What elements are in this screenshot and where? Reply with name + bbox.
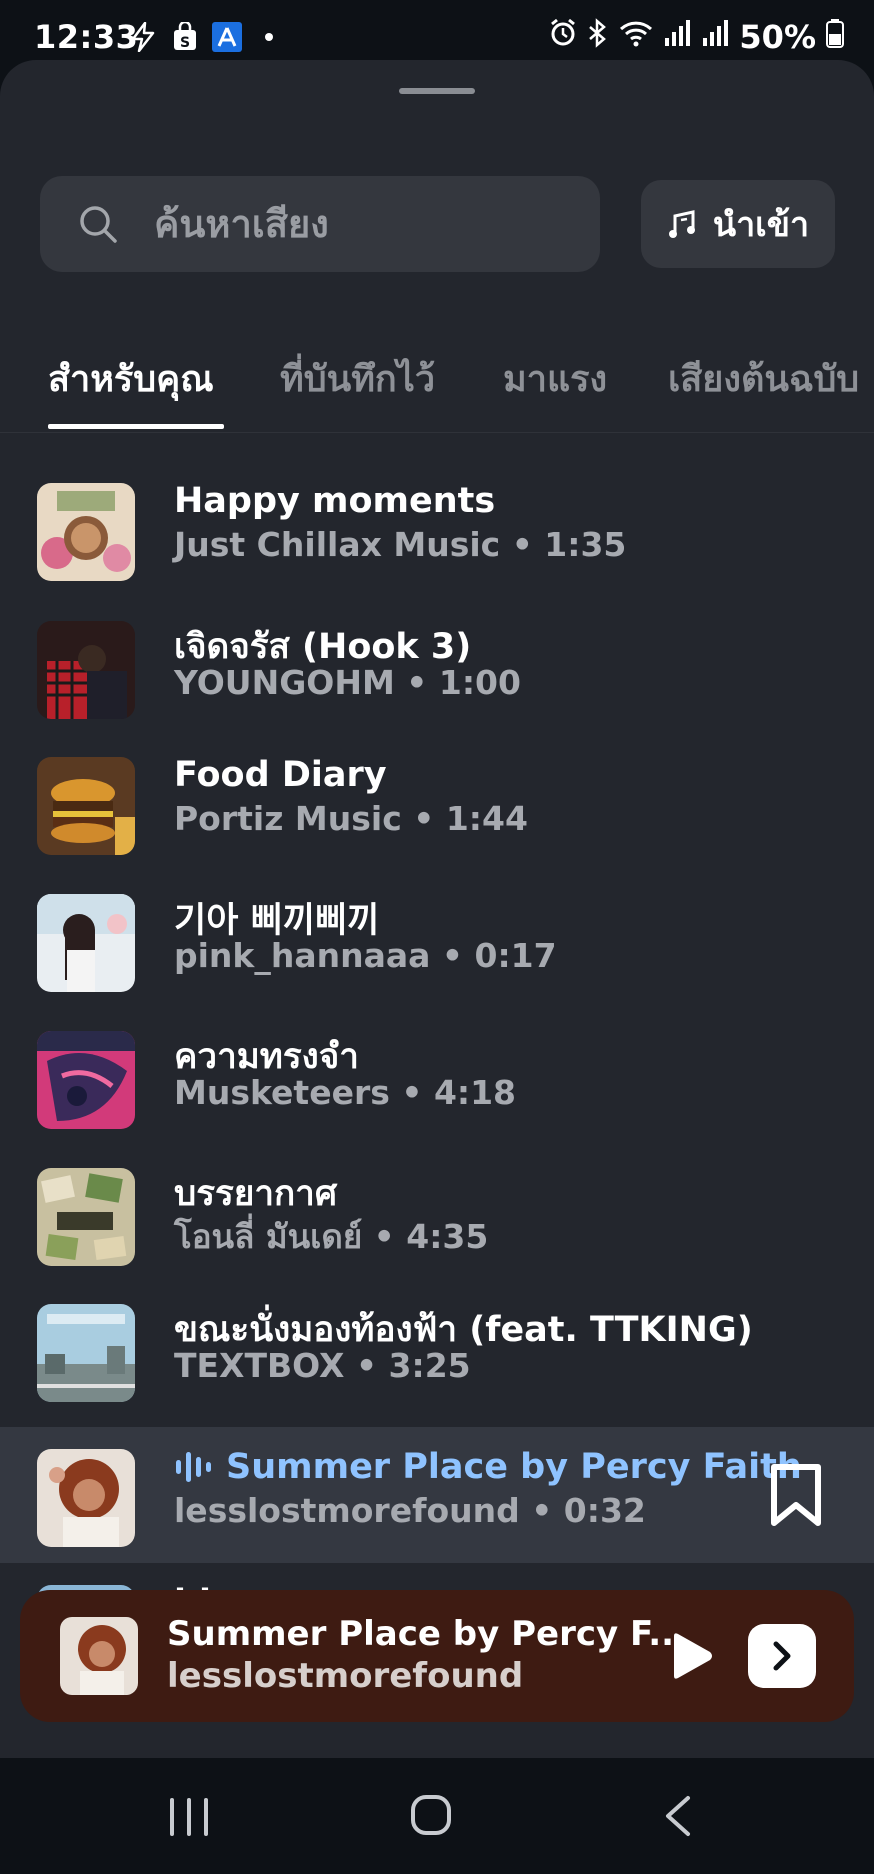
album-art — [37, 483, 135, 581]
wifi-icon — [619, 18, 653, 56]
track-row[interactable]: บรรยากาศ โอนลี่ มันเดย์ • 4:35 — [0, 1146, 874, 1282]
sheet-drag-handle[interactable] — [399, 88, 475, 94]
track-title-text: Summer Place by Percy Faith — [226, 1447, 802, 1487]
next-button[interactable] — [748, 1624, 816, 1688]
system-navigation-bar — [0, 1758, 874, 1874]
track-subtitle: Portiz Music • 1:44 — [174, 799, 528, 838]
album-art — [37, 894, 135, 992]
track-subtitle: TEXTBOX • 3:25 — [174, 1346, 471, 1385]
recents-icon[interactable] — [168, 1798, 210, 1836]
search-input[interactable] — [154, 196, 574, 252]
album-art — [37, 1031, 135, 1129]
play-icon[interactable] — [664, 1630, 716, 1682]
track-subtitle: Just Chillax Music • 1:35 — [174, 525, 627, 564]
bookmark-icon[interactable] — [768, 1463, 824, 1527]
back-icon[interactable] — [660, 1794, 696, 1838]
tab-for-you[interactable]: สำหรับคุณ — [48, 350, 214, 407]
active-tab-indicator — [48, 424, 224, 429]
album-art — [37, 1304, 135, 1402]
track-row[interactable]: ความทรงจำ Musketeers • 4:18 — [0, 1009, 874, 1145]
import-button-label: นำเข้า — [712, 205, 810, 245]
import-button[interactable]: นำเข้า — [641, 180, 835, 268]
audio-wave-icon — [176, 1452, 211, 1482]
tab-original-audio[interactable]: เสียงต้นฉบับ — [668, 350, 859, 407]
track-subtitle: YOUNGOHM • 1:00 — [174, 663, 521, 702]
track-row[interactable]: ขณะนั่งมองท้องฟ้า (feat. TTKING) TEXTBOX… — [0, 1282, 874, 1418]
track-row[interactable]: Happy moments Just Chillax Music • 1:35 — [0, 461, 874, 597]
tab-saved[interactable]: ที่บันทึกไว้ — [280, 350, 435, 407]
track-row-playing[interactable]: Summer Place by Percy Faith lesslostmore… — [0, 1427, 874, 1563]
album-art — [37, 1168, 135, 1266]
tab-trending[interactable]: มาแรง — [503, 350, 607, 407]
notification-icons: S — [128, 22, 284, 52]
status-time: 12:33 — [34, 18, 139, 56]
track-title-playing: Summer Place by Percy Faith — [174, 1447, 802, 1487]
album-art — [37, 1449, 135, 1547]
track-title: Happy moments — [174, 481, 496, 521]
mini-player[interactable]: Summer Place by Percy F.. lesslostmorefo… — [20, 1590, 854, 1722]
tab-divider — [0, 432, 874, 433]
track-row[interactable]: 기아 삐끼삐끼 pink_hannaaa • 0:17 — [0, 872, 874, 1008]
now-playing-art — [60, 1617, 138, 1695]
app-store-icon — [212, 22, 242, 52]
audio-picker-sheet: นำเข้า สำหรับคุณ ที่บันทึกไว้ มาแรง เสีย… — [0, 60, 874, 1760]
track-subtitle: Musketeers • 4:18 — [174, 1073, 517, 1112]
tab-bar: สำหรับคุณ ที่บันทึกไว้ มาแรง เสียงต้นฉบั… — [0, 350, 874, 422]
track-subtitle: lesslostmorefound • 0:32 — [174, 1491, 646, 1530]
signal-icon — [663, 18, 691, 56]
search-icon — [80, 206, 117, 243]
search-bar[interactable] — [40, 176, 600, 272]
battery-percent: 50% — [739, 18, 816, 56]
home-icon[interactable] — [410, 1794, 452, 1836]
shopping-bag-icon: S — [170, 22, 200, 52]
album-art — [37, 757, 135, 855]
system-indicators: 50% — [549, 18, 844, 56]
battery-icon — [826, 18, 844, 56]
track-subtitle: โอนลี่ มันเดย์ • 4:35 — [174, 1217, 489, 1256]
alarm-icon — [549, 18, 577, 56]
chevron-right-icon — [773, 1641, 791, 1671]
track-row[interactable]: เจิดจรัส (Hook 3) YOUNGOHM • 1:00 — [0, 599, 874, 735]
album-art — [37, 621, 135, 719]
bluetooth-icon — [587, 18, 609, 56]
flash-icon — [128, 22, 158, 52]
track-subtitle: pink_hannaaa • 0:17 — [174, 936, 557, 975]
dot-icon — [254, 22, 284, 52]
svg-text:S: S — [180, 35, 190, 51]
now-playing-artist: lesslostmorefound — [167, 1656, 524, 1696]
signal-icon-2 — [701, 18, 729, 56]
now-playing-title: Summer Place by Percy F.. — [167, 1614, 675, 1654]
music-note-icon — [668, 210, 695, 238]
track-row[interactable]: Food Diary Portiz Music • 1:44 — [0, 735, 874, 871]
track-title: Food Diary — [174, 755, 387, 795]
